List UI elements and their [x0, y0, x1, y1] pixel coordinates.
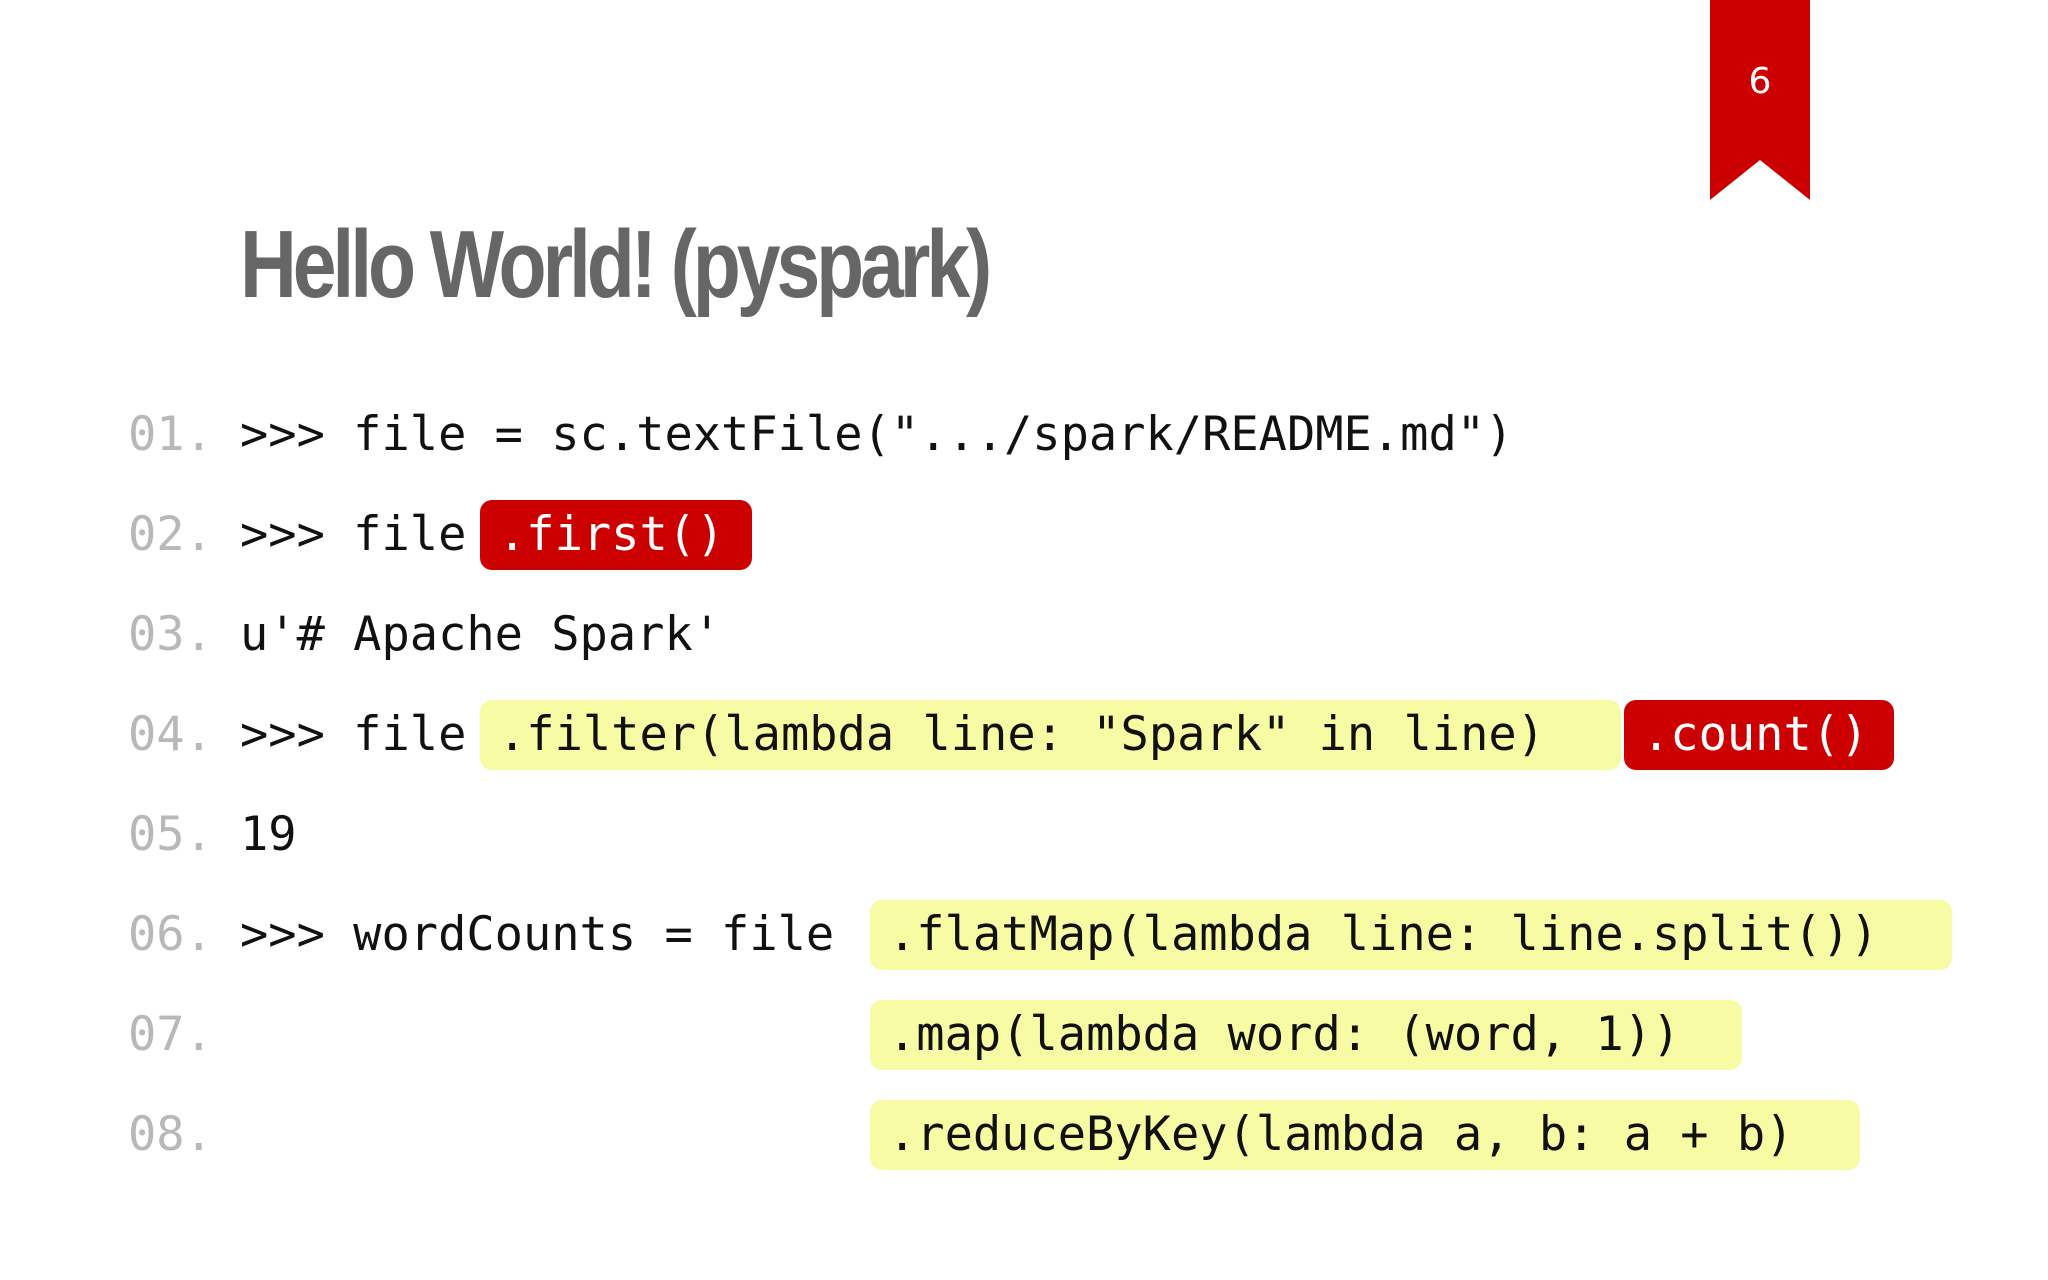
code-line-6-prefix: >>> wordCounts = file [240, 907, 835, 962]
line-number-7: 07. [128, 1007, 213, 1062]
map-text: .map(lambda word: (word, 1)) [888, 1007, 1681, 1062]
count-call-text: .count() [1642, 707, 1869, 762]
code-line-5: 19 [240, 807, 297, 862]
line-number-6: 06. [128, 907, 213, 962]
line-number-2: 02. [128, 507, 213, 562]
reducebykey-text: .reduceByKey(lambda a, b: a + b) [888, 1107, 1794, 1162]
line-number-4: 04. [128, 707, 213, 762]
code-line-1: >>> file = sc.textFile(".../spark/README… [240, 407, 1514, 462]
map-highlight: .map(lambda word: (word, 1)) [870, 1000, 1742, 1070]
filter-highlight: .filter(lambda line: "Spark" in line) [480, 700, 1621, 770]
first-call-text: .first() [498, 507, 725, 562]
line-number-5: 05. [128, 807, 213, 862]
slide-title: Hello World! (pyspark) [240, 211, 992, 318]
flatmap-highlight: .flatMap(lambda line: line.split()) [870, 900, 1952, 970]
line-number-8: 08. [128, 1107, 213, 1162]
code-line-2-prefix: >>> file [240, 507, 467, 562]
line-number-1: 01. [128, 407, 213, 462]
first-call-highlight: .first() [480, 500, 752, 570]
flatmap-text: .flatMap(lambda line: line.split()) [888, 907, 1879, 962]
filter-text: .filter(lambda line: "Spark" in line) [498, 707, 1545, 762]
line-number-3: 03. [128, 607, 213, 662]
reducebykey-highlight: .reduceByKey(lambda a, b: a + b) [870, 1100, 1860, 1170]
code-line-4-prefix: >>> file [240, 707, 467, 762]
count-call-highlight: .count() [1624, 700, 1894, 770]
page-number: 6 [1748, 61, 1772, 102]
code-line-3: u'# Apache Spark' [240, 607, 722, 662]
page-number-ribbon: 6 [1710, 0, 1810, 200]
